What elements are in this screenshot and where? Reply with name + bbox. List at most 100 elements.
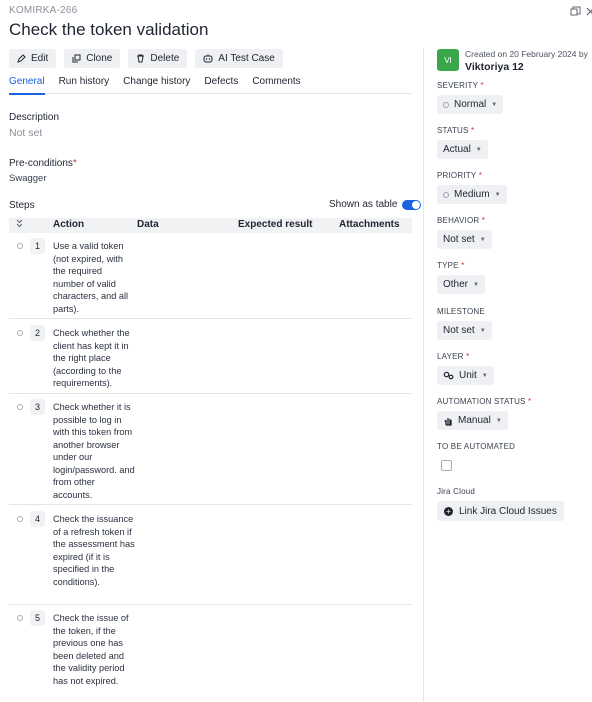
step-action[interactable]: Check whether the client has kept it in … bbox=[53, 327, 135, 390]
case-key: KOMIRKA-266 bbox=[9, 5, 78, 16]
drag-handle-icon[interactable] bbox=[17, 330, 23, 336]
step-number: 5 bbox=[30, 610, 45, 626]
avatar: VI bbox=[437, 49, 459, 71]
steps-table-header: Action Data Expected result Attachments bbox=[9, 218, 412, 233]
automation-status-value: Manual bbox=[458, 415, 491, 426]
restore-icon[interactable] bbox=[570, 6, 581, 17]
ai-test-case-button[interactable]: AI Test Case bbox=[195, 49, 283, 68]
automation-status-select[interactable]: Manual ▼ bbox=[437, 411, 508, 430]
drag-handle-icon[interactable] bbox=[17, 615, 23, 621]
milestone-select[interactable]: Not set ▼ bbox=[437, 321, 492, 340]
plus-circle-icon: + bbox=[444, 506, 453, 516]
priority-label: PRIORITY * bbox=[437, 171, 482, 180]
behavior-select[interactable]: Not set ▼ bbox=[437, 230, 492, 249]
tab-general[interactable]: General bbox=[9, 76, 45, 95]
delete-label: Delete bbox=[150, 53, 180, 64]
type-label: TYPE * bbox=[437, 261, 464, 270]
milestone-label: MILESTONE bbox=[437, 307, 485, 316]
layer-label-text: LAYER bbox=[437, 352, 464, 361]
chevron-down-icon: ▼ bbox=[479, 327, 486, 334]
step-number: 3 bbox=[30, 399, 45, 415]
step-number: 2 bbox=[30, 325, 45, 341]
severity-label-text: SEVERITY bbox=[437, 81, 479, 90]
tab-defects[interactable]: Defects bbox=[204, 76, 238, 94]
tab-run-history[interactable]: Run history bbox=[59, 76, 110, 94]
to-be-automated-checkbox[interactable] bbox=[441, 460, 452, 471]
preconditions-label: Pre-conditions* bbox=[9, 158, 77, 169]
copy-icon bbox=[72, 54, 81, 63]
status-select[interactable]: Actual ▼ bbox=[437, 140, 488, 159]
toggle-switch[interactable] bbox=[402, 199, 422, 210]
author-name[interactable]: Viktoriya 12 bbox=[465, 61, 524, 73]
edit-label: Edit bbox=[31, 53, 49, 64]
layer-value: Unit bbox=[459, 370, 477, 381]
panel-divider bbox=[423, 48, 424, 702]
column-attachments: Attachments bbox=[339, 219, 400, 230]
chevron-down-icon: ▼ bbox=[473, 281, 479, 288]
table-row[interactable]: 2 Check whether the client has kept it i… bbox=[9, 325, 412, 394]
priority-select[interactable]: Medium ▼ bbox=[437, 185, 507, 204]
layer-select[interactable]: Unit ▼ bbox=[437, 366, 494, 385]
drag-handle-icon[interactable] bbox=[17, 516, 23, 522]
required-marker: * bbox=[528, 397, 532, 406]
column-action: Action bbox=[53, 219, 85, 230]
robot-icon bbox=[203, 54, 213, 63]
layer-label: LAYER * bbox=[437, 352, 469, 361]
clone-label: Clone bbox=[86, 53, 113, 64]
required-marker: * bbox=[478, 171, 483, 180]
required-marker: * bbox=[466, 352, 470, 361]
type-select[interactable]: Other ▼ bbox=[437, 275, 485, 294]
step-action[interactable]: Check whether it is possible to log in w… bbox=[53, 401, 135, 501]
chevron-down-icon: ▼ bbox=[491, 101, 498, 108]
behavior-label: BEHAVIOR * bbox=[437, 216, 485, 225]
trash-icon bbox=[137, 54, 145, 63]
to-be-automated-label: TO BE AUTOMATED bbox=[437, 442, 516, 451]
link-jira-issues-button[interactable]: + Link Jira Cloud Issues bbox=[437, 501, 564, 521]
description-value[interactable]: Not set bbox=[9, 127, 42, 139]
step-number: 4 bbox=[30, 511, 45, 527]
severity-select[interactable]: Normal ▼ bbox=[437, 95, 504, 114]
automation-status-label: AUTOMATION STATUS * bbox=[437, 397, 531, 406]
type-label-text: TYPE bbox=[437, 261, 459, 270]
priority-value: Medium bbox=[454, 189, 490, 200]
collapse-all-icon[interactable] bbox=[15, 219, 24, 231]
type-value: Other bbox=[443, 279, 469, 290]
drag-handle-icon[interactable] bbox=[17, 404, 23, 410]
tab-comments[interactable]: Comments bbox=[252, 76, 300, 94]
chevron-down-icon: ▼ bbox=[479, 236, 486, 243]
page-title: Check the token validation bbox=[9, 20, 209, 39]
table-row[interactable]: 3 Check whether it is possible to log in… bbox=[9, 399, 412, 505]
preconditions-value[interactable]: Swagger bbox=[9, 173, 47, 184]
table-row[interactable]: 4 Check the issuance of a refresh token … bbox=[9, 511, 412, 605]
clone-button[interactable]: Clone bbox=[64, 49, 121, 68]
automation-status-label-text: AUTOMATION STATUS bbox=[437, 397, 526, 406]
table-row[interactable]: 5 Check the issue of the token, if the p… bbox=[9, 610, 412, 692]
toolbar: Edit Clone Delete AI Test Case bbox=[9, 49, 283, 68]
window-controls bbox=[570, 6, 592, 20]
hand-icon bbox=[444, 417, 452, 426]
description-label: Description bbox=[9, 112, 60, 123]
status-value: Actual bbox=[443, 144, 471, 155]
step-action[interactable]: Check the issue of the token, if the pre… bbox=[53, 612, 135, 687]
column-data: Data bbox=[137, 219, 159, 230]
jira-cloud-label: Jira Cloud bbox=[437, 487, 476, 496]
pencil-icon bbox=[17, 54, 26, 63]
tab-change-history[interactable]: Change history bbox=[123, 76, 190, 94]
required-marker: * bbox=[481, 216, 486, 225]
circle-icon bbox=[443, 191, 449, 198]
step-action[interactable]: Use a valid token (not expired, with the… bbox=[53, 240, 135, 315]
chevron-down-icon: ▼ bbox=[475, 146, 482, 153]
link-jira-issues-label: Link Jira Cloud Issues bbox=[459, 505, 557, 517]
step-action[interactable]: Check the issuance of a refresh token if… bbox=[53, 513, 135, 588]
shown-as-table-switch[interactable]: Shown as table bbox=[329, 199, 422, 210]
chevron-down-icon: ▼ bbox=[494, 191, 501, 198]
edit-button[interactable]: Edit bbox=[9, 49, 57, 68]
status-label: STATUS * bbox=[437, 126, 474, 135]
delete-button[interactable]: Delete bbox=[128, 49, 188, 68]
drag-handle-icon[interactable] bbox=[17, 243, 23, 249]
chevron-down-icon: ▼ bbox=[495, 417, 502, 424]
shown-as-table-label: Shown as table bbox=[329, 199, 398, 210]
status-label-text: STATUS bbox=[437, 126, 469, 135]
table-row[interactable]: 1 Use a valid token (not expired, with t… bbox=[9, 238, 412, 319]
close-icon[interactable] bbox=[585, 6, 592, 17]
